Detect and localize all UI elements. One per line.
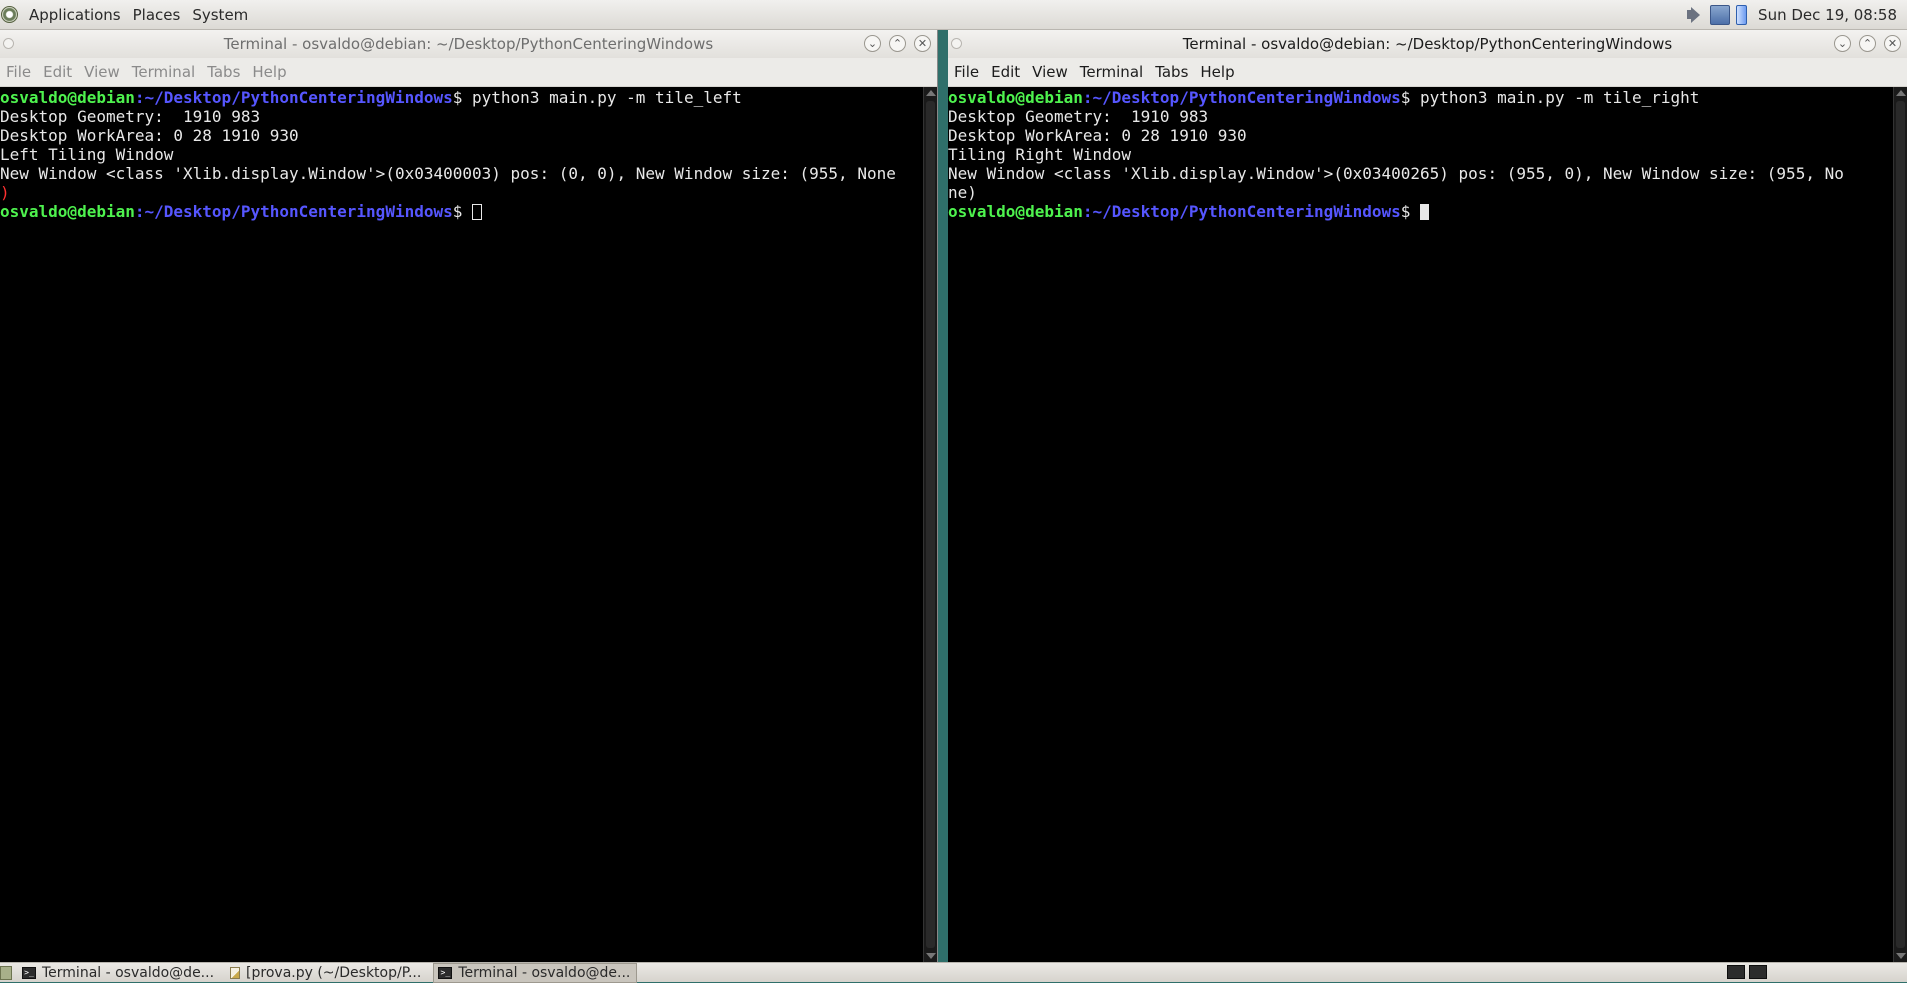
text-cursor: [1420, 204, 1430, 220]
menu-tabs[interactable]: Tabs: [1149, 63, 1194, 81]
speaker-icon[interactable]: [1684, 5, 1704, 25]
command-text: python3 main.py -m tile_right: [1420, 88, 1700, 107]
scroll-up-icon[interactable]: [926, 90, 936, 96]
text-editor-icon: [230, 966, 241, 979]
window-title: Terminal - osvaldo@debian: ~/Desktop/Pyt…: [1182, 35, 1673, 53]
window-titlebar[interactable]: Terminal - osvaldo@debian: ~/Desktop/Pyt…: [948, 30, 1907, 59]
window-menu-icon[interactable]: [951, 38, 962, 49]
output-line: Left Tiling Window: [0, 145, 174, 164]
window-titlebar[interactable]: Terminal - osvaldo@debian: ~/Desktop/Pyt…: [0, 30, 937, 59]
terminal-menubar: File Edit View Terminal Tabs Help: [0, 58, 937, 87]
menu-help[interactable]: Help: [1194, 63, 1240, 81]
debian-logo-icon[interactable]: [1, 6, 18, 23]
terminal-window-right: Terminal - osvaldo@debian: ~/Desktop/Pyt…: [948, 30, 1907, 962]
terminal-icon: >_: [22, 966, 36, 979]
clock[interactable]: Sun Dec 19, 08:58: [1750, 6, 1907, 24]
output-line: ne): [948, 183, 977, 202]
workspace-switcher: [1727, 965, 1767, 979]
close-icon[interactable]: ✕: [1884, 35, 1901, 52]
menu-terminal[interactable]: Terminal: [126, 63, 201, 81]
output-line: Desktop WorkArea: 0 28 1910 930: [948, 126, 1247, 145]
menu-file[interactable]: File: [0, 63, 37, 81]
maximize-icon[interactable]: ⌃: [889, 35, 906, 52]
menu-tabs[interactable]: Tabs: [201, 63, 246, 81]
workspace-1-icon[interactable]: [1727, 965, 1745, 979]
prompt-line: osvaldo@debian:~/Desktop/PythonCentering…: [948, 88, 1700, 107]
output-line: Desktop WorkArea: 0 28 1910 930: [0, 126, 299, 145]
scrollbar-thumb[interactable]: [926, 101, 935, 948]
terminal-window-left: Terminal - osvaldo@debian: ~/Desktop/Pyt…: [0, 30, 938, 962]
scroll-down-icon[interactable]: [926, 953, 936, 959]
scroll-down-icon[interactable]: [1896, 953, 1906, 959]
output-wrap-line: ): [0, 183, 10, 202]
minimize-icon[interactable]: ⌄: [1834, 35, 1851, 52]
scroll-up-icon[interactable]: [1896, 90, 1906, 96]
menu-view[interactable]: View: [78, 63, 126, 81]
prompt-line: osvaldo@debian:~/Desktop/PythonCentering…: [0, 202, 923, 221]
task-terminal-1[interactable]: >_ Terminal - osvaldo@de...: [18, 964, 220, 982]
maximize-icon[interactable]: ⌃: [1859, 35, 1876, 52]
prompt-line: osvaldo@debian:~/Desktop/PythonCentering…: [0, 88, 742, 107]
menu-terminal[interactable]: Terminal: [1074, 63, 1149, 81]
output-line: New Window <class 'Xlib.display.Window'>…: [948, 164, 1844, 183]
menu-edit[interactable]: Edit: [37, 63, 78, 81]
prompt-line: osvaldo@debian:~/Desktop/PythonCentering…: [948, 202, 1893, 221]
battery-icon[interactable]: [1736, 5, 1748, 25]
bottom-taskbar: >_ Terminal - osvaldo@de... [prova.py (~…: [0, 962, 1907, 983]
menu-system[interactable]: System: [186, 6, 254, 24]
minimize-icon[interactable]: ⌄: [864, 35, 881, 52]
network-icon[interactable]: [1710, 5, 1731, 25]
scrollbar-thumb[interactable]: [1896, 101, 1905, 948]
terminal-output[interactable]: osvaldo@debian:~/Desktop/PythonCentering…: [948, 87, 1893, 962]
task-editor[interactable]: [prova.py (~/Desktop/P...: [226, 964, 427, 982]
output-line: Desktop Geometry: 1910 983: [0, 107, 261, 126]
terminal-output[interactable]: osvaldo@debian:~/Desktop/PythonCentering…: [0, 87, 923, 962]
system-tray: Sun Dec 19, 08:58: [1681, 0, 1907, 30]
menu-places[interactable]: Places: [127, 6, 187, 24]
window-menu-icon[interactable]: [3, 38, 14, 49]
close-icon[interactable]: ✕: [914, 35, 931, 52]
output-line: Tiling Right Window: [948, 145, 1132, 164]
menu-view[interactable]: View: [1026, 63, 1074, 81]
top-panel: Applications Places System Sun Dec 19, 0…: [0, 0, 1907, 30]
menu-applications[interactable]: Applications: [23, 6, 127, 24]
output-line: New Window <class 'Xlib.display.Window'>…: [0, 164, 896, 183]
menu-help[interactable]: Help: [246, 63, 292, 81]
window-title: Terminal - osvaldo@debian: ~/Desktop/Pyt…: [223, 35, 714, 53]
workspace-2-icon[interactable]: [1749, 965, 1767, 979]
text-cursor: [472, 204, 483, 220]
menu-file[interactable]: File: [948, 63, 985, 81]
scrollbar[interactable]: [923, 87, 937, 962]
command-text: python3 main.py -m tile_left: [472, 88, 742, 107]
show-desktop-icon[interactable]: [0, 965, 12, 980]
menu-edit[interactable]: Edit: [985, 63, 1026, 81]
terminal-menubar: File Edit View Terminal Tabs Help: [948, 58, 1907, 87]
output-line: Desktop Geometry: 1910 983: [948, 107, 1209, 126]
scrollbar[interactable]: [1893, 87, 1907, 962]
task-terminal-2[interactable]: >_ Terminal - osvaldo@de...: [433, 962, 638, 983]
terminal-icon: >_: [438, 966, 453, 979]
